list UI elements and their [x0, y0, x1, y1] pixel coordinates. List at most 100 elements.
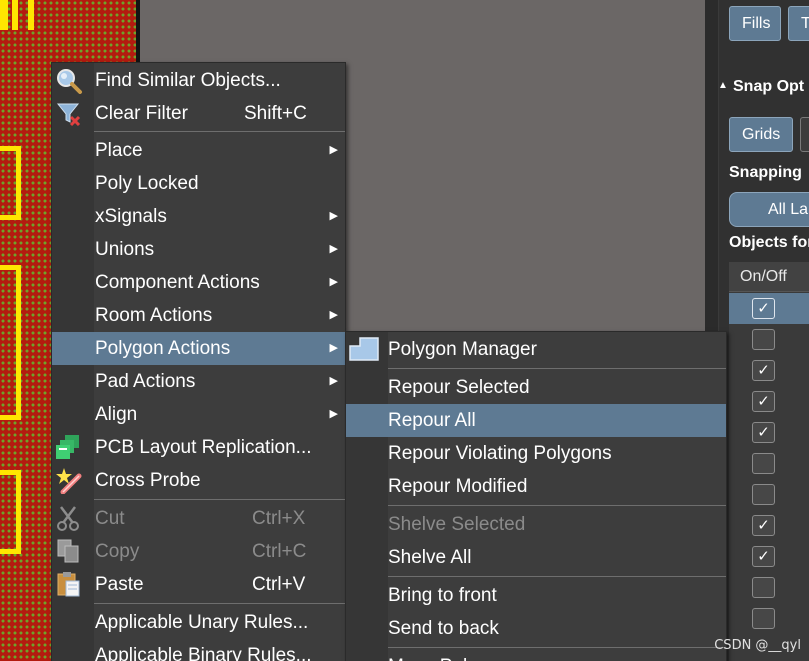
submenu-arrow-icon: ▶ — [329, 309, 338, 321]
submenu-item-send-to-back[interactable]: Send to back — [346, 612, 726, 645]
guides-button[interactable] — [800, 117, 809, 152]
menu-item-label: Applicable Binary Rules... — [95, 645, 312, 661]
fills-button[interactable]: Fills — [729, 6, 781, 41]
checkbox-checked[interactable]: ✓ — [752, 422, 775, 443]
component-outline — [0, 265, 21, 420]
checkbox-unchecked[interactable] — [752, 577, 775, 598]
submenu-item-repour-modified[interactable]: Repour Modified — [346, 470, 726, 503]
menu-item-place[interactable]: Place ▶ — [52, 134, 345, 167]
menu-item-cut[interactable]: Cut Ctrl+X — [52, 502, 345, 535]
submenu-item-shelve-all[interactable]: Shelve All — [346, 541, 726, 574]
menu-item-paste[interactable]: Paste Ctrl+V — [52, 568, 345, 601]
objects-for-snapping-label: Objects for — [729, 234, 809, 251]
submenu-item-label: Move Polygon... — [388, 650, 524, 661]
menu-item-label: Cross Probe — [95, 470, 201, 491]
table-row[interactable]: ✓ — [729, 386, 809, 417]
submenu-item-label: Bring to front — [388, 585, 497, 606]
menu-item-find-similar-objects[interactable]: Find Similar Objects... — [52, 64, 345, 97]
table-row[interactable]: ✓ — [729, 541, 809, 572]
table-row[interactable] — [729, 324, 809, 355]
menu-separator — [94, 131, 345, 132]
checkbox-unchecked[interactable] — [752, 608, 775, 629]
menu-item-applicable-binary-rules[interactable]: Applicable Binary Rules... — [52, 639, 345, 661]
section-collapse-icon[interactable]: ▲ — [718, 80, 728, 91]
submenu-item-repour-violating-polygons[interactable]: Repour Violating Polygons — [346, 437, 726, 470]
menu-item-unions[interactable]: Unions ▶ — [52, 233, 345, 266]
clear-filter-icon — [55, 100, 83, 127]
table-row[interactable] — [729, 603, 809, 634]
all-layers-button[interactable]: All La — [729, 192, 809, 227]
silkscreen-mark — [0, 0, 8, 30]
menu-item-copy[interactable]: Copy Ctrl+C — [52, 535, 345, 568]
submenu-item-repour-all[interactable]: Repour All — [346, 404, 726, 437]
submenu-item-label: Repour Violating Polygons — [388, 443, 612, 464]
layout-replication-icon — [55, 434, 83, 461]
menu-item-label: Pad Actions — [95, 371, 196, 392]
cross-probe-icon — [55, 467, 83, 495]
checkbox-checked[interactable]: ✓ — [752, 298, 775, 319]
menu-item-label: Applicable Unary Rules... — [95, 612, 309, 633]
submenu-item-label: Send to back — [388, 618, 499, 639]
submenu-item-label: Polygon Manager — [388, 339, 537, 360]
menu-separator — [94, 499, 345, 500]
checkbox-checked[interactable]: ✓ — [752, 360, 775, 381]
grids-button[interactable]: Grids — [729, 117, 793, 152]
menu-item-label: PCB Layout Replication... — [95, 437, 312, 458]
menu-separator — [388, 368, 726, 369]
submenu-arrow-icon: ▶ — [329, 342, 338, 354]
menu-item-label: Find Similar Objects... — [95, 70, 281, 91]
menu-item-room-actions[interactable]: Room Actions ▶ — [52, 299, 345, 332]
context-menu: Find Similar Objects... Clear Filter Shift… — [51, 62, 346, 661]
menu-item-label: Poly Locked — [95, 173, 199, 194]
submenu-item-repour-selected[interactable]: Repour Selected — [346, 371, 726, 404]
menu-item-cross-probe[interactable]: Cross Probe — [52, 464, 345, 497]
checkbox-unchecked[interactable] — [752, 453, 775, 474]
paste-icon — [55, 571, 83, 598]
menu-item-label: Room Actions — [95, 305, 213, 326]
menu-item-pcb-layout-replication[interactable]: PCB Layout Replication... — [52, 431, 345, 464]
menu-item-xsignals[interactable]: xSignals ▶ — [52, 200, 345, 233]
polygon-actions-submenu: Polygon Manager Repour Selected Repour All… — [345, 331, 727, 661]
submenu-item-polygon-manager[interactable]: Polygon Manager — [346, 333, 726, 366]
polygon-manager-icon — [348, 336, 380, 363]
menu-item-component-actions[interactable]: Component Actions ▶ — [52, 266, 345, 299]
scissors-icon — [55, 505, 83, 532]
tracks-button[interactable]: T — [788, 6, 809, 41]
menu-item-label: xSignals — [95, 206, 167, 227]
menu-item-label: Copy — [95, 541, 140, 562]
menu-item-pad-actions[interactable]: Pad Actions ▶ — [52, 365, 345, 398]
menu-item-polygon-actions[interactable]: Polygon Actions ▶ — [52, 332, 345, 365]
menu-item-shortcut: Ctrl+X — [252, 508, 306, 529]
menu-item-align[interactable]: Align ▶ — [52, 398, 345, 431]
menu-item-poly-locked[interactable]: Poly Locked — [52, 167, 345, 200]
checkbox-unchecked[interactable] — [752, 329, 775, 350]
menu-item-applicable-unary-rules[interactable]: Applicable Unary Rules... — [52, 606, 345, 639]
menu-item-label: Cut — [95, 508, 125, 529]
submenu-item-bring-to-front[interactable]: Bring to front — [346, 579, 726, 612]
menu-separator — [388, 505, 726, 506]
table-row[interactable] — [729, 572, 809, 603]
checkbox-checked[interactable]: ✓ — [752, 546, 775, 567]
menu-item-label: Align — [95, 404, 138, 425]
table-row[interactable]: ✓ — [729, 355, 809, 386]
menu-item-label: Component Actions — [95, 272, 260, 293]
magnifier-icon — [55, 67, 83, 94]
table-row[interactable] — [729, 479, 809, 510]
menu-item-shortcut: Shift+C — [244, 103, 307, 124]
menu-item-clear-filter[interactable]: Clear Filter Shift+C — [52, 97, 345, 130]
submenu-item-move-polygon[interactable]: Move Polygon... — [346, 650, 726, 661]
checkbox-checked[interactable]: ✓ — [752, 515, 775, 536]
table-row[interactable] — [729, 448, 809, 479]
table-header-on-off[interactable]: On/Off — [729, 262, 809, 292]
table-row[interactable]: ✓ — [729, 293, 809, 324]
submenu-arrow-icon: ▶ — [329, 276, 338, 288]
submenu-item-label: Repour All — [388, 410, 476, 431]
component-outline — [0, 470, 21, 554]
menu-separator — [388, 576, 726, 577]
table-row[interactable]: ✓ — [729, 417, 809, 448]
submenu-item-shelve-selected[interactable]: Shelve Selected — [346, 508, 726, 541]
checkbox-checked[interactable]: ✓ — [752, 391, 775, 412]
checkbox-unchecked[interactable] — [752, 484, 775, 505]
table-row[interactable]: ✓ — [729, 510, 809, 541]
submenu-item-label: Repour Selected — [388, 377, 530, 398]
